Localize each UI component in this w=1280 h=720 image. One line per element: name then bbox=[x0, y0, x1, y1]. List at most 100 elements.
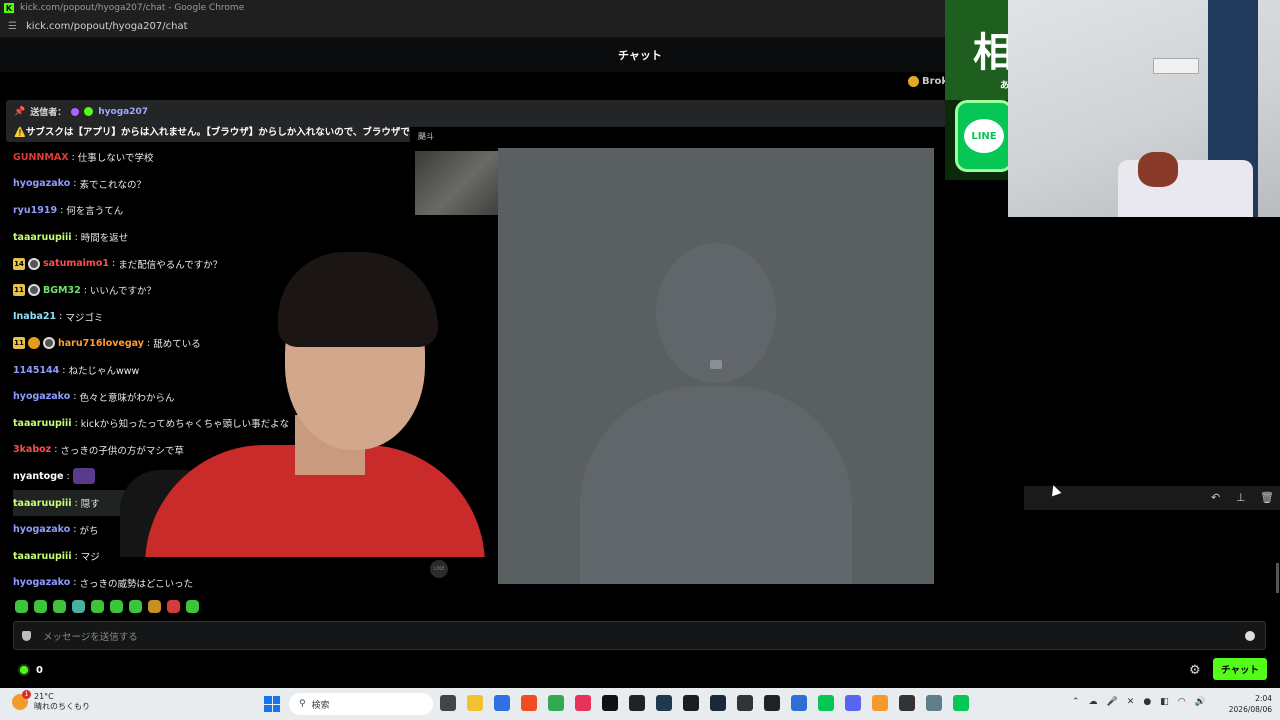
chevron-up-icon[interactable]: ⌃ bbox=[1072, 697, 1080, 707]
chat-message[interactable]: hyogazako: さっきの威勢はどこいった bbox=[13, 570, 433, 597]
air-conditioner bbox=[1153, 58, 1199, 74]
chat-username[interactable]: ryu1919 bbox=[13, 205, 57, 216]
app-icon[interactable] bbox=[899, 695, 915, 711]
emote-icon[interactable] bbox=[129, 600, 142, 613]
chat-username[interactable]: BGM32 bbox=[43, 285, 81, 296]
chat-username[interactable]: satumaimo1 bbox=[43, 258, 109, 269]
site-info-icon[interactable]: ☰ bbox=[8, 21, 18, 32]
windows-start-icon[interactable] bbox=[264, 696, 280, 712]
chat-username[interactable]: taaaruupiii bbox=[13, 551, 72, 562]
emoji-picker-icon[interactable] bbox=[1245, 630, 1255, 641]
file-explorer-icon[interactable] bbox=[467, 695, 483, 711]
chat-input-placeholder[interactable]: メッセージを送信する bbox=[43, 629, 138, 643]
steam-icon[interactable] bbox=[710, 695, 726, 711]
chat-username[interactable]: taaaruupiii bbox=[13, 498, 72, 509]
tiktok-icon[interactable] bbox=[602, 695, 618, 711]
taskbar-search[interactable]: ⚲ 検索 bbox=[289, 693, 433, 715]
chat-username[interactable]: 3kaboz bbox=[13, 444, 51, 455]
emote-icon[interactable] bbox=[53, 600, 66, 613]
emote-icon[interactable] bbox=[110, 600, 123, 613]
line-app-icon[interactable] bbox=[953, 695, 969, 711]
pinned-sender-label: 送信者： bbox=[30, 108, 67, 118]
app-icon[interactable] bbox=[575, 695, 591, 711]
emote-icon[interactable] bbox=[34, 600, 47, 613]
screen: K kick.com/popout/hyoga207/chat - Google… bbox=[0, 0, 1280, 720]
chat-username[interactable]: 1145144 bbox=[13, 365, 59, 376]
chat-username[interactable]: taaaruupiii bbox=[13, 232, 72, 243]
chat-message[interactable]: hyogazako: 素でこれなの？ bbox=[13, 171, 433, 198]
avatar-silhouette-body bbox=[580, 386, 852, 584]
pin-icon: 📌 bbox=[14, 106, 26, 117]
settings-app-icon[interactable] bbox=[926, 695, 942, 711]
browser-title: kick.com/popout/hyoga207/chat - Google C… bbox=[20, 3, 245, 13]
verified-badge-icon bbox=[84, 107, 94, 116]
chat-username[interactable]: hyogazako bbox=[13, 524, 70, 535]
taskbar-clock[interactable]: 2:04 2026/08/06 bbox=[1228, 693, 1272, 715]
weather-icon: 1 bbox=[12, 690, 31, 710]
send-chat-button[interactable]: チャット bbox=[1213, 658, 1267, 680]
emote-icon[interactable] bbox=[15, 600, 28, 613]
chat-username[interactable]: taaaruupiii bbox=[13, 418, 72, 429]
chat-message[interactable]: GUNNMAX: 仕事しないで学校 bbox=[13, 144, 433, 171]
cloud-icon[interactable]: ☁ bbox=[1089, 697, 1098, 707]
camera-off-icon bbox=[710, 360, 722, 369]
emote-icon[interactable] bbox=[72, 600, 85, 613]
scrollbar-thumb[interactable] bbox=[1276, 563, 1279, 593]
promo-banner: 相 あ LINE bbox=[945, 0, 1008, 180]
brave-icon[interactable] bbox=[521, 695, 537, 711]
microphone-icon[interactable]: 🎤 bbox=[1107, 697, 1118, 707]
quick-emote-bar bbox=[15, 600, 199, 613]
chrome-icon[interactable] bbox=[548, 695, 564, 711]
discord-icon[interactable] bbox=[845, 695, 861, 711]
task-view-icon[interactable] bbox=[440, 695, 456, 711]
chat-message[interactable]: ryu1919: 何を言うてん bbox=[13, 197, 433, 224]
emote-icon[interactable] bbox=[91, 600, 104, 613]
app-icon[interactable] bbox=[656, 695, 672, 711]
emote-icon[interactable] bbox=[167, 600, 180, 613]
shield-icon[interactable] bbox=[22, 630, 31, 641]
line-logo-text: LINE bbox=[964, 119, 1004, 153]
speaker-icon[interactable]: 🔊 bbox=[1195, 697, 1206, 707]
emote-icon[interactable] bbox=[148, 600, 161, 613]
wifi-icon[interactable]: ◠ bbox=[1178, 697, 1186, 707]
windows-taskbar: 1 21°C 晴れのちくもり ⚲ 検索 ⌃ ☁ 🎤 ✕ ● ◧ ◠ 🔊 2:04… bbox=[0, 688, 1280, 720]
line-logo-icon: LINE bbox=[955, 100, 1008, 172]
app-tray-icon[interactable]: ◧ bbox=[1160, 697, 1169, 707]
line-app-icon[interactable] bbox=[818, 695, 834, 711]
app-icon[interactable] bbox=[791, 695, 807, 711]
chat-footer: 0 ⚙ チャット bbox=[0, 655, 1280, 685]
chat-username[interactable]: GUNNMAX bbox=[13, 152, 69, 163]
channel-points[interactable]: 0 bbox=[18, 664, 43, 676]
chat-username[interactable]: nyantoge bbox=[13, 471, 63, 482]
chat-username[interactable]: hyogazako bbox=[13, 577, 70, 588]
address-bar[interactable]: ☰ kick.com/popout/hyoga207/chat bbox=[0, 16, 945, 38]
weather-widget[interactable]: 1 21°C 晴れのちくもり bbox=[12, 690, 90, 712]
settings-gear-icon[interactable]: ⚙ bbox=[1189, 663, 1201, 678]
chat-text: がち bbox=[79, 525, 99, 537]
undo-icon[interactable]: ↶ bbox=[1211, 491, 1220, 504]
emote-icon[interactable] bbox=[186, 600, 199, 613]
app-icon[interactable] bbox=[494, 695, 510, 711]
close-icon[interactable]: ✕ bbox=[1127, 697, 1135, 707]
chat-username[interactable]: hyogazako bbox=[13, 178, 70, 189]
video-call-window: 颶斗 LINE bbox=[410, 127, 1022, 592]
pinned-sender-name[interactable]: hyoga207 bbox=[98, 107, 148, 117]
terminal-icon[interactable] bbox=[629, 695, 645, 711]
kick-app-icon[interactable] bbox=[683, 695, 699, 711]
address-url[interactable]: kick.com/popout/hyoga207/chat bbox=[26, 21, 188, 32]
broke-badge[interactable]: Brok bbox=[908, 76, 948, 87]
app-icon[interactable] bbox=[872, 695, 888, 711]
chat-username[interactable]: Inaba21 bbox=[13, 311, 56, 322]
app-icon[interactable] bbox=[737, 695, 753, 711]
obs-icon[interactable] bbox=[764, 695, 780, 711]
chat-username[interactable]: hyogazako bbox=[13, 391, 70, 402]
clock-time: 2:04 bbox=[1255, 694, 1272, 703]
chat-text: 隠す bbox=[80, 499, 100, 511]
chat-message-input[interactable]: メッセージを送信する bbox=[13, 621, 1266, 650]
overlay-toolbar: ↶ ⊥ 🗑 bbox=[1024, 486, 1280, 510]
app-tray-icon[interactable]: ● bbox=[1143, 697, 1151, 707]
trash-icon[interactable]: 🗑 bbox=[1260, 491, 1274, 504]
demon-emote-icon bbox=[72, 468, 95, 485]
pin-toolbar-icon[interactable]: ⊥ bbox=[1236, 491, 1246, 504]
weather-badge: 1 bbox=[22, 690, 31, 699]
